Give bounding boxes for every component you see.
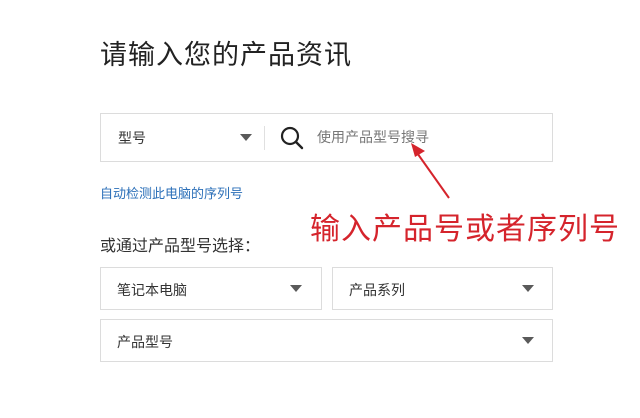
caret-down-icon <box>290 285 302 292</box>
annotation-arrow-icon <box>411 143 450 199</box>
caret-down-icon <box>240 134 252 141</box>
search-divider <box>264 126 265 150</box>
page-title: 请输入您的产品资讯 <box>100 40 352 71</box>
search-type-select[interactable]: 型号 <box>101 114 264 161</box>
search-box: 型号 <box>100 113 553 162</box>
auto-detect-serial-link[interactable]: 自动检测此电脑的序列号 <box>100 183 243 202</box>
product-series-value: 产品系列 <box>349 283 405 299</box>
search-icon[interactable] <box>279 125 305 151</box>
caret-down-icon <box>522 285 534 292</box>
product-category-value: 笔记本电脑 <box>117 283 187 299</box>
caret-down-icon <box>522 337 534 344</box>
select-by-model-prompt: 或通过产品型号选择： <box>100 236 261 255</box>
annotation-label: 输入产品号或者序列号 <box>310 212 620 247</box>
product-series-dropdown[interactable]: 产品系列 <box>332 267 553 310</box>
search-type-label: 型号 <box>118 131 146 147</box>
product-category-dropdown[interactable]: 笔记本电脑 <box>100 267 322 310</box>
product-model-dropdown[interactable]: 产品型号 <box>100 319 553 362</box>
product-model-value: 产品型号 <box>117 335 173 351</box>
